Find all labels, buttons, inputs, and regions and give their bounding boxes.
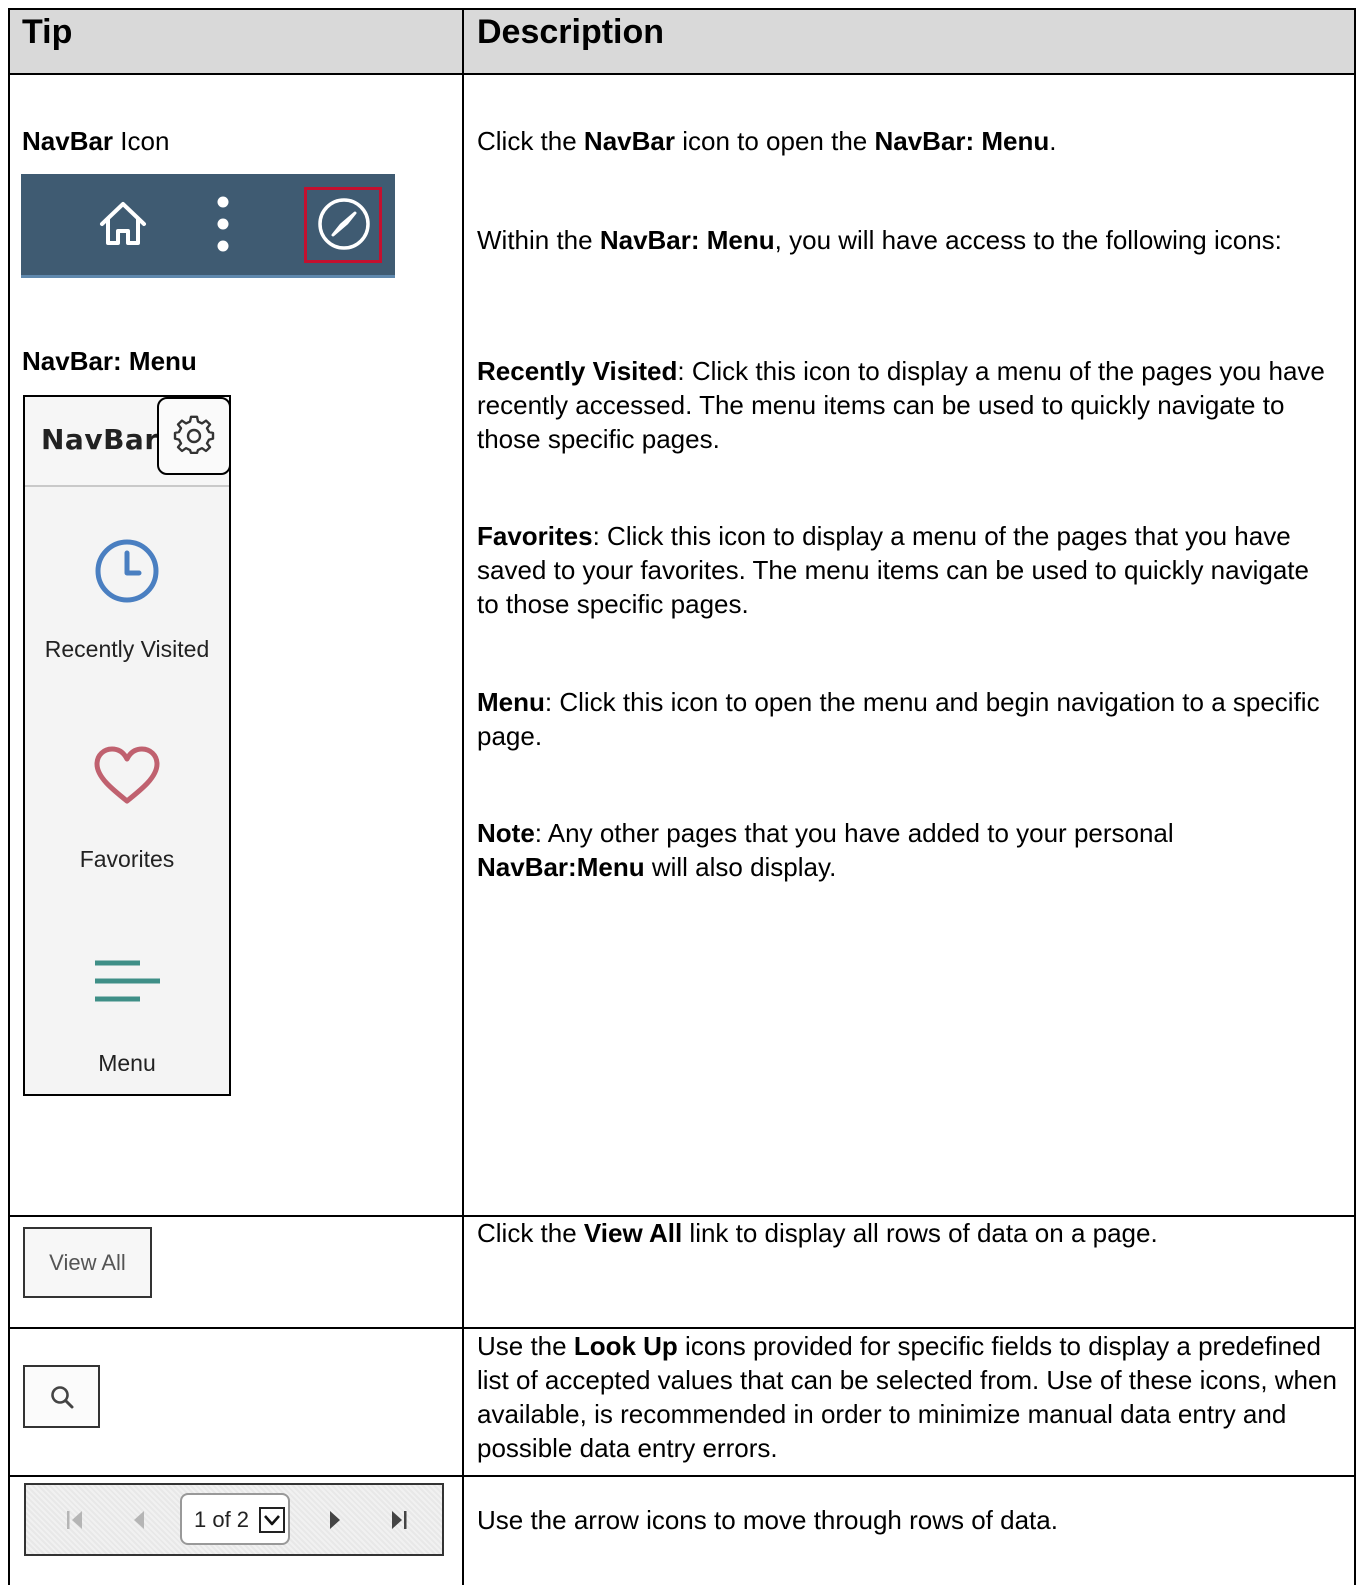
desc-note: Note: Any other pages that you have adde… bbox=[477, 818, 1174, 882]
menu-lines-icon bbox=[95, 960, 160, 1002]
desc-navbar-p2: Within the NavBar: Menu, you will have a… bbox=[477, 225, 1282, 255]
chevron-down-icon[interactable] bbox=[259, 1507, 285, 1533]
header-description: Description bbox=[477, 13, 665, 51]
clock-icon bbox=[95, 539, 159, 603]
desc-look-up: Use the Look Up icons provided for speci… bbox=[477, 1331, 1337, 1463]
navbar-strip bbox=[21, 174, 395, 278]
page-indicator-text: 1 of 2 bbox=[194, 1507, 250, 1532]
first-page-icon[interactable] bbox=[58, 1485, 92, 1554]
table-divider-header bbox=[8, 73, 1356, 75]
next-page-icon[interactable] bbox=[321, 1485, 349, 1554]
navbar-menu-panel: NavBar Recently Visited Favorites Menu bbox=[23, 395, 231, 1096]
last-page-icon[interactable] bbox=[382, 1485, 416, 1554]
tip-navbar-menu-heading: NavBar: Menu bbox=[22, 346, 197, 376]
page-select[interactable]: 1 of 2 bbox=[180, 1493, 290, 1545]
desc-pager: Use the arrow icons to move through rows… bbox=[477, 1505, 1058, 1535]
tips-table-page: Tip Description NavBar Icon NavBar: Menu… bbox=[0, 0, 1356, 1585]
table-border-left bbox=[8, 8, 10, 1585]
header-tip: Tip bbox=[22, 13, 73, 51]
gear-icon bbox=[173, 415, 215, 455]
more-vertical-icon[interactable] bbox=[197, 174, 249, 274]
desc-menu: Menu: Click this icon to open the menu a… bbox=[477, 687, 1320, 751]
compass-icon[interactable] bbox=[311, 174, 377, 274]
desc-navbar-p1: Click the NavBar icon to open the NavBar… bbox=[477, 126, 1057, 156]
desc-favorites: Favorites: Click this icon to display a … bbox=[477, 521, 1309, 619]
table-divider-column bbox=[462, 8, 464, 1585]
desc-recently-visited: Recently Visited: Click this icon to dis… bbox=[477, 356, 1325, 454]
navbar-menu-label-recently-visited: Recently Visited bbox=[44, 636, 210, 662]
navbar-strip-underline bbox=[21, 275, 395, 278]
pager-control: 1 of 2 bbox=[24, 1483, 444, 1556]
desc-view-all: Click the View All link to display all r… bbox=[477, 1218, 1158, 1248]
navbar-menu-label-favorites: Favorites bbox=[79, 846, 175, 872]
view-all-button[interactable]: View All bbox=[23, 1227, 152, 1298]
table-divider-row3 bbox=[8, 1475, 1356, 1477]
navbar-menu-item-menu[interactable]: Menu bbox=[25, 957, 229, 1077]
previous-page-icon[interactable] bbox=[124, 1485, 154, 1554]
table-header-background bbox=[8, 8, 1356, 74]
navbar-menu-label-menu: Menu bbox=[98, 1050, 156, 1076]
navbar-menu-title: NavBar bbox=[41, 423, 159, 456]
navbar-menu-header: NavBar bbox=[25, 397, 231, 487]
table-border-top bbox=[8, 8, 1356, 10]
navbar-menu-item-favorites[interactable]: Favorites bbox=[25, 745, 229, 873]
heart-icon bbox=[94, 746, 160, 804]
lookup-button[interactable] bbox=[23, 1365, 100, 1428]
tip-navbar-icon-label: NavBar Icon bbox=[22, 126, 170, 156]
search-icon bbox=[50, 1385, 73, 1408]
home-icon[interactable] bbox=[71, 174, 175, 274]
navbar-menu-item-recently-visited[interactable]: Recently Visited bbox=[25, 537, 229, 663]
gear-button[interactable] bbox=[157, 397, 231, 475]
